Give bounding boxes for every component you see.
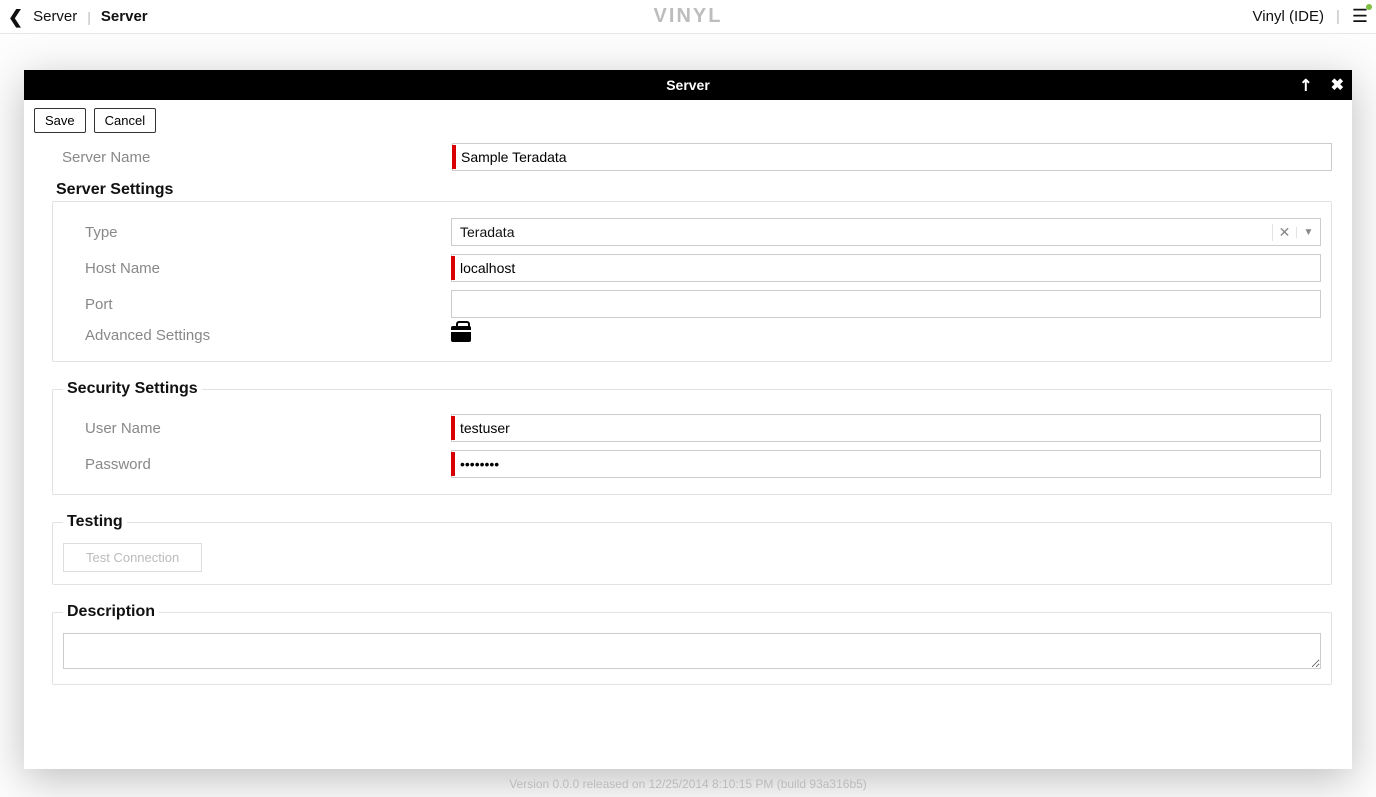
type-select[interactable]: Teradata ✕ ▼ bbox=[451, 218, 1321, 246]
description-textarea[interactable] bbox=[63, 633, 1321, 669]
modal-header: Server ↗ ✖ bbox=[24, 70, 1352, 100]
testing-group: Testing Test Connection bbox=[52, 513, 1332, 585]
notification-dot-icon bbox=[1366, 4, 1372, 10]
server-name-input[interactable] bbox=[452, 143, 1332, 171]
modal-body[interactable]: Server Name Server Settings Type Teradat… bbox=[24, 139, 1352, 769]
type-select-value: Teradata bbox=[452, 224, 1272, 240]
server-name-label: Server Name bbox=[52, 149, 452, 166]
server-modal: Server ↗ ✖ Save Cancel Server Name Serve… bbox=[24, 70, 1352, 769]
password-input[interactable] bbox=[451, 450, 1321, 478]
save-button[interactable]: Save bbox=[34, 108, 86, 133]
type-select-clear-icon[interactable]: ✕ bbox=[1272, 224, 1296, 241]
user-name-input[interactable] bbox=[451, 414, 1321, 442]
password-label: Password bbox=[63, 456, 451, 473]
back-icon[interactable]: ❮ bbox=[8, 8, 23, 26]
modal-toolbar: Save Cancel bbox=[24, 100, 1352, 139]
top-navbar: ❮ Server | Server VINYL Vinyl (IDE) | ☰ bbox=[0, 0, 1376, 34]
workspace: Server ↗ ✖ Save Cancel Server Name Serve… bbox=[0, 34, 1376, 797]
main-menu-button[interactable]: ☰ bbox=[1352, 6, 1368, 27]
testing-legend: Testing bbox=[63, 513, 127, 531]
security-settings-legend: Security Settings bbox=[63, 380, 202, 398]
user-name-label: User Name bbox=[63, 420, 451, 437]
context-label: Vinyl (IDE) bbox=[1253, 8, 1324, 25]
server-settings-group: Type Teradata ✕ ▼ Host Name bbox=[52, 201, 1332, 362]
modal-title: Server bbox=[666, 77, 710, 93]
type-select-caret-icon[interactable]: ▼ bbox=[1296, 227, 1320, 238]
host-name-input[interactable] bbox=[451, 254, 1321, 282]
host-name-label: Host Name bbox=[63, 260, 451, 277]
test-connection-button[interactable]: Test Connection bbox=[63, 543, 202, 572]
port-input[interactable] bbox=[451, 290, 1321, 318]
version-footer: Version 0.0.0 released on 12/25/2014 8:1… bbox=[0, 777, 1376, 791]
server-settings-legend: Server Settings bbox=[56, 181, 1332, 199]
close-icon[interactable]: ✖ bbox=[1331, 75, 1344, 95]
port-label: Port bbox=[63, 296, 451, 313]
advanced-settings-briefcase-icon[interactable] bbox=[451, 326, 471, 342]
cancel-button[interactable]: Cancel bbox=[94, 108, 156, 133]
breadcrumb-current: Server bbox=[101, 8, 148, 25]
separator: | bbox=[1336, 8, 1340, 25]
breadcrumb-link-server[interactable]: Server bbox=[33, 8, 77, 25]
description-legend: Description bbox=[63, 603, 159, 621]
brand-logo: VINYL bbox=[654, 5, 723, 28]
description-group: Description bbox=[52, 603, 1332, 685]
advanced-settings-label: Advanced Settings bbox=[63, 327, 451, 344]
security-settings-group: Security Settings User Name Password bbox=[52, 380, 1332, 495]
popout-icon[interactable]: ↗ bbox=[1294, 73, 1318, 97]
type-label: Type bbox=[63, 224, 451, 241]
breadcrumb-separator: | bbox=[87, 9, 91, 25]
